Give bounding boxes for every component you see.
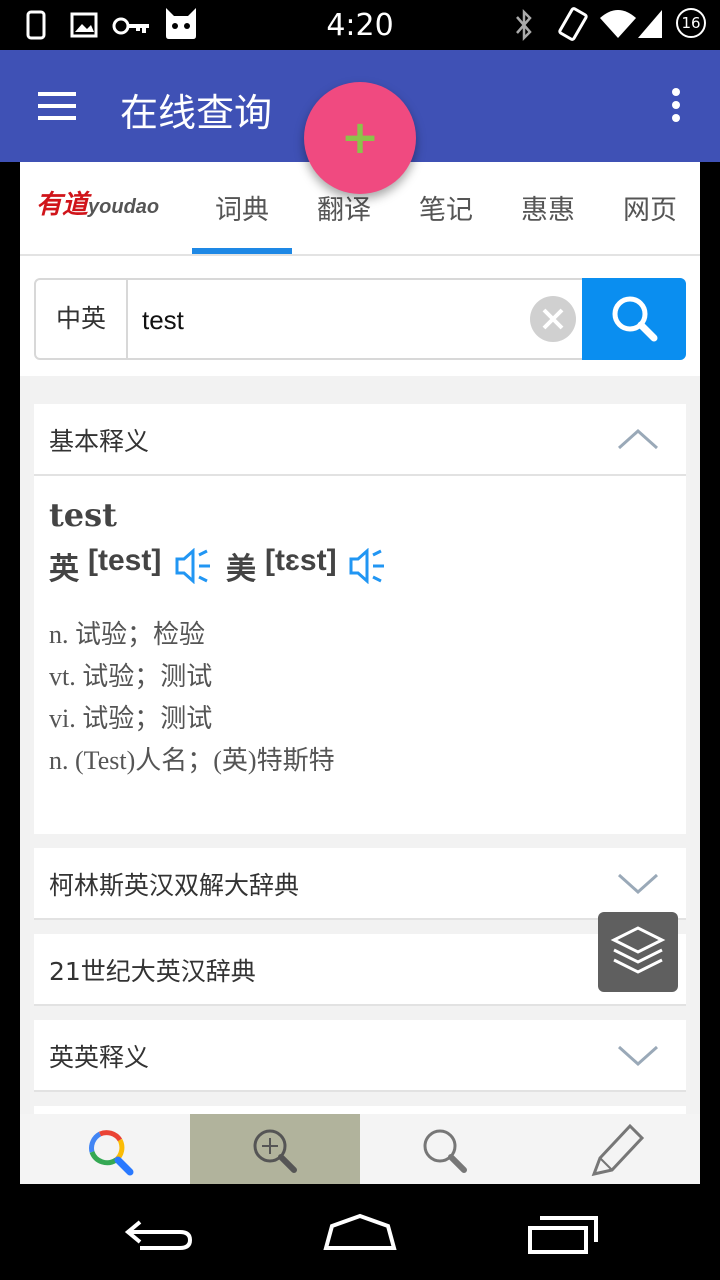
uk-phonetic: [test]: [88, 544, 162, 577]
logo-sub: youdao: [88, 196, 160, 218]
notification-badge: 16: [676, 8, 706, 38]
search-input[interactable]: [140, 280, 524, 360]
definition-item: vt. 试验；测试: [49, 662, 213, 691]
bottom-nav: [20, 1114, 700, 1184]
magnifier-icon: [423, 1129, 467, 1173]
layers-icon: [610, 926, 666, 974]
color-search-icon: [89, 1130, 134, 1176]
language-select[interactable]: 中英: [36, 280, 128, 358]
definition-list: n. 试验；检验 vt. 试验；测试 vi. 试验；测试 n. (Test)人名…: [49, 614, 335, 782]
us-label: 美: [226, 553, 256, 586]
speaker-uk-icon[interactable]: [174, 548, 214, 584]
tab-web[interactable]: 网页: [600, 188, 700, 227]
tab-dictionary[interactable]: 词典: [192, 188, 292, 227]
basic-definition-card: 基本释义 test 英 [test] 美 [tɛst] n. 试验；检验 vt.…: [34, 404, 686, 834]
search-icon: [612, 296, 658, 342]
collins-section[interactable]: 柯林斯英汉双解大辞典: [34, 848, 686, 920]
menu-icon[interactable]: [38, 92, 76, 120]
wifi-icon: [600, 10, 636, 38]
definition-item: vi. 试验；测试: [49, 704, 213, 733]
english-definition-section[interactable]: 英英释义: [34, 1020, 686, 1092]
search-area: 中英: [20, 256, 700, 376]
tab-huihui[interactable]: 惠惠: [498, 188, 598, 227]
logo-text: 有道: [36, 190, 89, 220]
us-phonetic: [tɛst]: [265, 544, 337, 577]
century-header: 21世纪大英汉辞典: [34, 934, 686, 1006]
add-fab[interactable]: +: [304, 82, 416, 194]
section-label: 英英释义: [49, 1043, 150, 1072]
bottom-nav-search[interactable]: [20, 1114, 190, 1184]
pencil-icon: [591, 1123, 645, 1177]
bottom-nav-lookup[interactable]: [360, 1114, 530, 1184]
vibrate-icon: [558, 7, 588, 41]
english-header: 英英释义: [34, 1020, 686, 1092]
search-button[interactable]: [582, 278, 686, 360]
headword: test: [49, 496, 117, 534]
bluetooth-icon: [516, 8, 532, 42]
recents-icon[interactable]: [524, 1214, 604, 1254]
collins-header: 柯林斯英汉双解大辞典: [34, 848, 686, 920]
bottom-nav-notes[interactable]: [530, 1114, 700, 1184]
zoom-in-icon: [253, 1129, 297, 1173]
home-icon[interactable]: [320, 1212, 400, 1252]
chevron-up-icon: [617, 428, 659, 450]
layers-button[interactable]: [598, 912, 678, 992]
section-label: 21世纪大英汉辞典: [49, 957, 256, 986]
overflow-menu-icon[interactable]: [668, 88, 684, 128]
active-tab-indicator: [192, 248, 292, 254]
definition-item: n. 试验；检验: [49, 620, 206, 649]
speaker-us-icon[interactable]: [348, 548, 388, 584]
system-nav-bar: [0, 1184, 720, 1280]
signal-icon: [638, 10, 662, 38]
youdao-logo: 有道youdao: [36, 184, 159, 221]
tab-notes[interactable]: 笔记: [396, 188, 496, 227]
section-label: 基本释义: [49, 427, 150, 456]
definition-item: n. (Test)人名；(英)特斯特: [49, 746, 335, 775]
chevron-down-icon: [617, 1045, 659, 1067]
add-icon: +: [340, 110, 380, 164]
century-dictionary-section[interactable]: 21世纪大英汉辞典: [34, 934, 686, 1006]
tab-translate[interactable]: 翻译: [294, 188, 394, 227]
basic-definition-header[interactable]: 基本释义: [34, 404, 686, 476]
next-section-card: [34, 1106, 686, 1114]
back-icon[interactable]: [120, 1214, 200, 1254]
clear-icon[interactable]: [530, 296, 576, 342]
bottom-nav-zoom-search[interactable]: [190, 1114, 360, 1184]
status-bar: 4:20 16: [0, 0, 720, 50]
section-label: 柯林斯英汉双解大辞典: [49, 871, 300, 900]
page-title: 在线查询: [120, 91, 273, 135]
uk-label: 英: [49, 553, 79, 586]
chevron-down-icon: [617, 873, 659, 895]
search-box: 中英: [34, 278, 686, 360]
